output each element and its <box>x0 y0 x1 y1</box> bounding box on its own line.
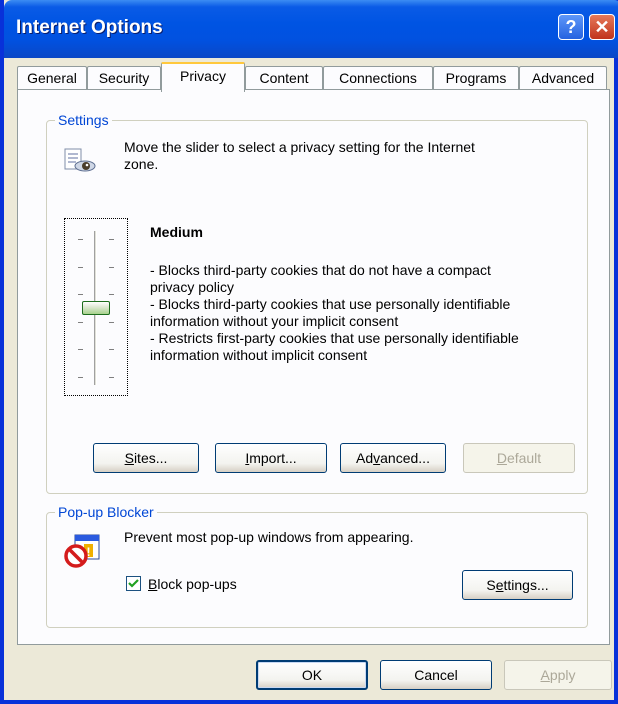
slider-tick <box>78 267 83 268</box>
tab-content[interactable]: Content <box>245 66 323 90</box>
popup-blocker-icon: ! <box>64 534 100 568</box>
default-button[interactable]: Default <box>463 443 575 473</box>
import-label: mport... <box>249 450 297 466</box>
advanced-label: anced... <box>380 450 430 466</box>
slider-tick <box>109 322 114 323</box>
tab-advanced[interactable]: Advanced <box>519 66 607 90</box>
title-bar[interactable]: Internet Options ? ✕ <box>4 0 618 58</box>
block-popups-mnemonic: B <box>148 576 158 592</box>
privacy-globe-icon <box>64 148 96 172</box>
block-popups-checkbox[interactable] <box>126 576 141 591</box>
slider-tick <box>78 294 83 295</box>
checkmark-icon <box>128 579 139 588</box>
import-button[interactable]: Import... <box>215 443 327 473</box>
privacy-level-title: Medium <box>150 224 203 240</box>
tab-programs[interactable]: Programs <box>433 66 519 90</box>
window-title: Internet Options <box>16 17 163 38</box>
default-mnemonic: D <box>496 450 507 466</box>
advanced-label-start: Ad <box>356 450 374 466</box>
sites-mnemonic: S <box>124 450 134 466</box>
close-icon: ✕ <box>594 17 610 37</box>
internet-options-window: Internet Options ? ✕ General Security Pr… <box>0 0 618 704</box>
settings-instruction-line2: zone. <box>124 156 159 172</box>
sites-button[interactable]: Sites... <box>93 443 199 473</box>
slider-tick <box>109 267 114 268</box>
popup-blocker-description: Prevent most pop-up windows from appeari… <box>124 529 414 545</box>
slider-tick <box>78 349 83 350</box>
slider-tick <box>109 294 114 295</box>
popup-settings-button[interactable]: Settings... <box>462 570 573 600</box>
description-line: privacy policy <box>150 279 235 295</box>
ok-button[interactable]: OK <box>256 660 368 690</box>
settings-instruction-line1: Move the slider to select a privacy sett… <box>124 139 475 155</box>
privacy-tab-panel: Settings Move the slider to select a pri… <box>17 89 610 645</box>
advanced-button[interactable]: Advanced... <box>340 443 446 473</box>
tab-general[interactable]: General <box>17 66 87 90</box>
tab-connections[interactable]: Connections <box>323 66 433 90</box>
slider-thumb[interactable] <box>82 301 110 315</box>
popup-settings-mnemonic: e <box>495 577 504 593</box>
slider-tick <box>78 377 83 378</box>
popup-settings-label-start: S <box>486 577 496 593</box>
help-button[interactable]: ? <box>558 14 584 40</box>
tab-security[interactable]: Security <box>87 66 161 90</box>
tab-privacy[interactable]: Privacy <box>161 62 245 92</box>
slider-tick <box>109 349 114 350</box>
settings-group: Settings Move the slider to select a pri… <box>46 112 588 494</box>
apply-button[interactable]: Apply <box>504 660 612 690</box>
slider-tick <box>109 239 114 240</box>
description-line: information without your implicit consen… <box>150 313 399 329</box>
sites-label: ites... <box>133 450 168 466</box>
apply-label: pply <box>549 667 576 683</box>
slider-tick <box>109 377 114 378</box>
block-popups-label[interactable]: Block pop-ups <box>148 576 237 593</box>
description-line: - Restricts first-party cookies that use… <box>150 330 519 346</box>
privacy-level-description: - Blocks third-party cookies that do not… <box>150 262 580 364</box>
description-line: - Blocks third-party cookies that use pe… <box>150 296 511 312</box>
apply-mnemonic: A <box>540 667 550 683</box>
close-button[interactable]: ✕ <box>589 14 615 40</box>
help-icon: ? <box>565 17 577 37</box>
popup-blocker-legend: Pop-up Blocker <box>55 504 157 520</box>
settings-legend: Settings <box>55 112 112 128</box>
popup-blocker-group: Pop-up Blocker ! Prevent most pop-up win… <box>46 504 588 628</box>
default-label: efault <box>506 450 542 466</box>
slider-tick <box>78 239 83 240</box>
popup-settings-label: ttings... <box>503 577 549 593</box>
slider-tick <box>78 322 83 323</box>
description-line: - Blocks third-party cookies that do not… <box>150 262 491 278</box>
description-line: information without implicit consent <box>150 347 368 363</box>
cancel-button[interactable]: Cancel <box>380 660 492 690</box>
block-popups-text: lock pop-ups <box>157 576 237 592</box>
privacy-level-slider[interactable] <box>76 231 116 385</box>
